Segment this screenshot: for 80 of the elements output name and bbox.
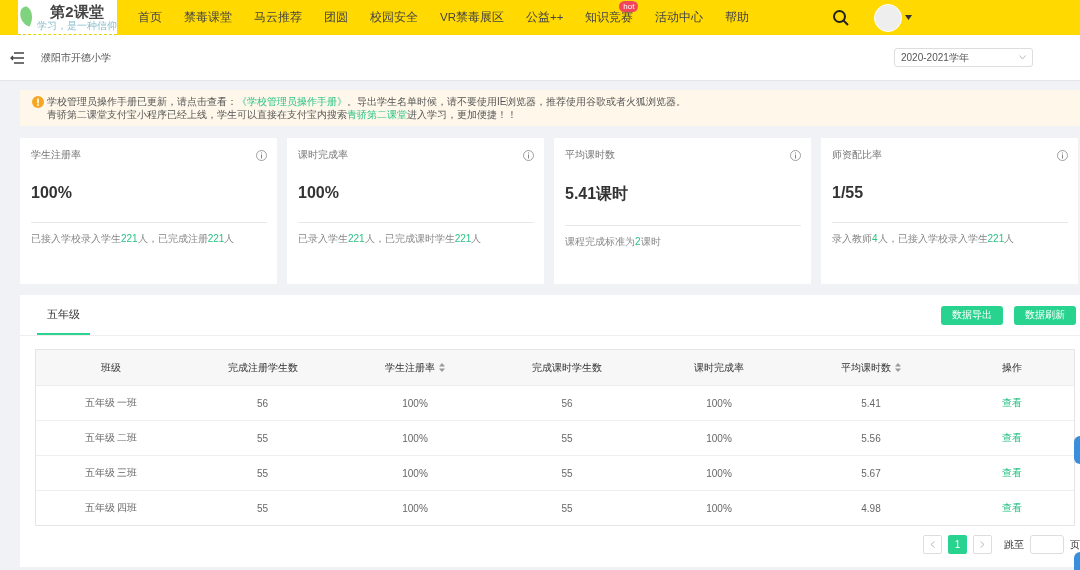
table-cell-text: 100% [705,501,733,516]
jump-label: 跳至 [1004,537,1024,552]
nav-item[interactable]: 帮助 [714,0,761,35]
table-cell-text: 4.98 [860,501,882,516]
table-cell-text: 100% [401,501,429,516]
table-cell-text: 5.41 [860,396,882,411]
logo[interactable]: 第2课堂 学习，是一种信仰 [18,0,117,35]
column-header: 操作 [1001,360,1022,375]
column-header: 平均课时数 [841,360,891,375]
stat-title: 课时完成率 [298,148,348,162]
page-suffix: 页 [1070,537,1080,552]
stat-value: 100% [31,184,73,202]
table-cell-text: 5.56 [860,431,882,446]
stat-value: 100% [298,184,340,202]
table-cell-text: 五年级 四班 [83,501,139,515]
info-icon[interactable] [1057,149,1068,161]
nav-item[interactable]: 团圆 [313,0,359,35]
nav-item[interactable]: 马云推荐 [243,0,313,35]
info-icon[interactable] [256,149,267,161]
chevron-icon [1019,55,1026,60]
table-cell-text: 55 [560,501,574,516]
school-name: 濮阳市开德小学 [41,50,111,65]
page-input-field[interactable] [1030,535,1064,554]
hot-badge: hot [619,1,639,12]
sort-icon[interactable] [439,363,445,372]
stat-description: 已接入学校录入学生221人，已完成注册221人 [31,232,236,246]
table-cell-text: 55 [255,501,270,516]
table-cell-text: 100% [401,466,429,481]
select-value: 2020-2021学年 [901,50,969,65]
search-icon[interactable] [832,8,850,27]
table-cell-text: 100% [705,396,733,411]
chevron-right-icon [980,541,985,548]
stat-value: 5.41课时 [565,184,630,204]
table-cell-text: 100% [705,466,733,481]
stat-value: 1/55 [832,184,865,202]
menu-icon[interactable] [10,51,24,64]
nav-item[interactable]: 禁毒课堂 [173,0,243,35]
stat-description: 录入教师4人，已接入学校录入学生221人 [832,232,1016,246]
info-icon[interactable] [790,149,801,161]
stat-title: 师资配比率 [832,148,882,162]
info-icon[interactable] [523,149,534,161]
table-cell-text: 55 [560,431,574,446]
chevron-left-icon [930,541,935,548]
nav-item[interactable]: 活动中心 [644,0,715,35]
table-cell-text: 100% [401,396,429,411]
table-cell-text: 56 [560,396,574,411]
table-cell-text: 55 [255,466,270,481]
leaf-icon [18,4,34,30]
stat-description: 课程完成标准为2课时 [565,235,662,249]
column-header: 完成课时学生数 [532,360,602,375]
table-cell-text: 五年级 一班 [83,396,139,410]
table-cell-text: 五年级 二班 [83,431,139,445]
stat-title: 学生注册率 [31,148,81,162]
table-cell-text: 56 [255,396,270,411]
grade-tab[interactable]: 五年级 [37,295,90,335]
table-cell-text: 55 [255,431,270,446]
year-select[interactable]: 2020-2021学年 [894,48,1033,67]
notice-text: 青骄第二课堂支付宝小程序已经上线，学生可以直接在支付宝内搜索青骄第二课堂进入学习，更加便捷！！ [47,109,518,121]
notice-text: 学校管理员操作手册已更新，请点击查看：《学校管理员操作手册》。导出学生名单时候，请不要使用IE浏览器，推荐使用谷歌或者火狐浏览器。 [47,96,687,108]
nav-item[interactable]: 公益++ [515,0,575,35]
column-header: 班级 [101,360,121,375]
table-cell-text: 55 [560,466,574,481]
table-cell-text: 五年级 三班 [83,466,139,480]
stat-title: 平均课时数 [565,148,615,162]
logo-title: 第2课堂 [50,3,104,20]
nav-item[interactable]: 首页 [127,0,173,35]
sort-icon[interactable] [895,363,901,372]
table-cell-text: 5.67 [860,466,882,481]
floating-button[interactable] [1074,436,1080,464]
table-cell-text: 100% [401,431,429,446]
column-header: 课时完成率 [694,360,744,375]
exclamation-icon [32,96,44,108]
column-header: 完成注册学生数 [227,360,298,375]
column-header: 学生注册率 [385,360,435,375]
table-cell-text: 100% [705,431,733,446]
nav-item[interactable]: 校园安全 [359,0,429,35]
caret-icon[interactable] [905,15,912,20]
stat-description: 已录入学生221人，已完成课时学生221人 [298,232,483,246]
logo-slogan: 学习，是一种信仰 [37,19,117,31]
nav-item[interactable]: VR禁毒展区 [429,0,515,35]
